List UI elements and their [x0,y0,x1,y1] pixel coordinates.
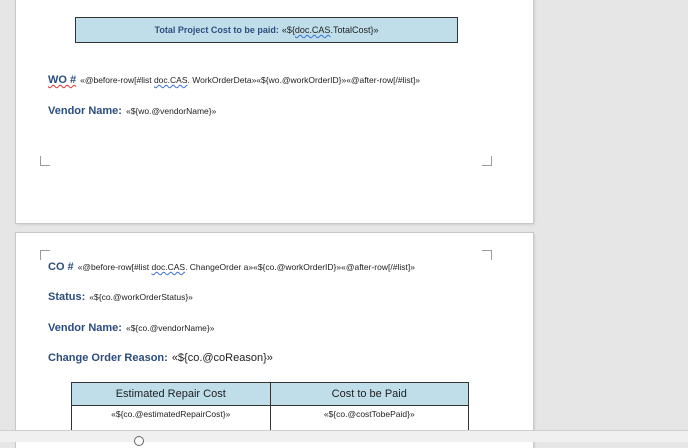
margin-corner-top-right [482,250,492,260]
reason-label: Change Order Reason: [48,352,168,364]
wo-doc: doc.CAS [153,75,188,85]
total-cost-label: Total Project Cost to be paid: [154,25,279,35]
vendor-label-2: Vendor Name: [48,322,122,334]
vendor-label-1: Vendor Name: [48,105,122,117]
wo-label: WO # [48,74,77,86]
co-prefix: «@before-row[#list [77,262,152,272]
co-line: CO # «@before-row[#list doc.CAS. ChangeO… [48,261,415,273]
margin-corner-top-left [40,250,50,260]
status-line: Status: «${co.@workOrderStatus}» [48,291,193,303]
document-page-2: CO # «@before-row[#list doc.CAS. ChangeO… [16,233,533,448]
margin-corner-bottom-left [40,156,50,166]
reason-field[interactable]: «${co.@coReason}» [172,352,273,364]
status-label: Status: [48,291,86,303]
co-field[interactable]: «@before-row[#list doc.CAS. ChangeOrder … [78,262,415,272]
document-page-1: Total Project Cost to be paid: «${doc.CA… [16,0,533,223]
wo-line: WO # «@before-row[#list doc.CAS. WorkOrd… [48,74,420,86]
header-estimated-repair-cost: Estimated Repair Cost [71,382,271,406]
co-doc: doc.CAS [151,262,186,272]
reason-line: Change Order Reason: «${co.@coReason}» [48,352,273,364]
header-cost-to-be-paid: Cost to be Paid [269,382,469,406]
total-cost-prefix: «${ [281,25,295,35]
co-label: CO # [48,261,74,273]
vendor-field-2[interactable]: «${co.@vendorName}» [126,323,215,333]
vendor-line-2: Vendor Name: «${co.@vendorName}» [48,322,214,334]
total-cost-suffix: .TotalCost}» [330,25,379,35]
total-cost-box: Total Project Cost to be paid: «${doc.CA… [75,17,458,43]
table-row: «${co.@estimatedRepairCost}» «${co.@cost… [71,405,469,433]
wo-prefix: «@before-row[#list [80,75,154,85]
margin-corner-bottom-right [482,156,492,166]
wo-field[interactable]: «@before-row[#list doc.CAS. WorkOrderDet… [80,75,420,85]
cell-estimated-repair-cost[interactable]: «${co.@estimatedRepairCost}» [71,405,271,433]
vendor-field-1[interactable]: «${wo.@vendorName}» [126,106,216,116]
status-indicator-icon [134,436,144,446]
cost-table: Estimated Repair Cost Cost to be Paid «$… [71,382,469,433]
cell-cost-to-be-paid[interactable]: «${co.@costTobePaid}» [269,405,469,433]
status-bar [0,430,688,446]
cost-table-header-row: Estimated Repair Cost Cost to be Paid [71,382,469,406]
total-cost-field[interactable]: «${doc.CAS.TotalCost}» [282,25,379,35]
vendor-line-1: Vendor Name: «${wo.@vendorName}» [48,105,216,117]
total-cost-doc: doc.CAS [294,25,331,35]
co-suffix: . ChangeOrder a»«${co.@workOrderID}»«@af… [185,262,415,272]
wo-suffix: . WorkOrderDeta»«${wo.@workOrderID}»«@af… [187,75,421,85]
status-field[interactable]: «${co.@workOrderStatus}» [89,292,193,302]
